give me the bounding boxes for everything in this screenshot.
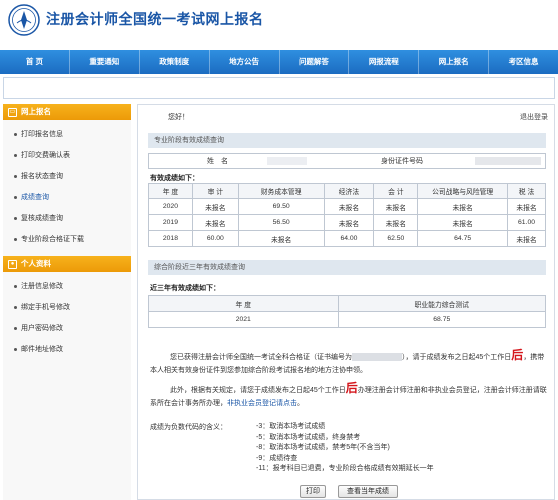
nav-local-announcements[interactable]: 地方公告 <box>210 50 280 74</box>
sidebar-section-profile: ● 个人资料 <box>3 256 131 272</box>
table-cell: 未报名 <box>373 198 419 215</box>
sidebar-item-print-info[interactable]: 打印报名信息 <box>3 124 131 145</box>
site-title: 注册会计师全国统一考试网上报名 <box>46 11 264 27</box>
table-cell: 未报名 <box>507 198 546 215</box>
certificate-notice: 您已获得注册会计师全国统一考试全科合格证（证书编号为 ），请于成绩发布之日起45个… <box>150 348 545 375</box>
col-economic-law: 经济法 <box>323 183 375 199</box>
emphasis-after: 后 <box>511 348 524 362</box>
table-cell: 64.00 <box>323 230 375 247</box>
table-cell: 62.50 <box>373 230 419 247</box>
candidate-info-row: 姓 名 身份证件号码 <box>148 153 546 169</box>
id-label: 身份证件号码 <box>381 158 423 165</box>
col-professional-ability: 职业能力综合测试 <box>337 295 547 312</box>
table-header-row: 年 度 职业能力综合测试 <box>148 295 547 312</box>
registration-notice: 此外，根据有关规定，请您于成绩发布之日起45个工作日后办理注册会计师注册和非执业… <box>150 381 547 408</box>
table-row: 2020 未报名 69.50 未报名 未报名 未报名 未报名 <box>148 198 546 215</box>
col-accounting: 会 计 <box>373 183 419 199</box>
sidebar: ▭ 网上报名 打印报名信息 打印交费确认表 报名状态查询 成绩查询 复核成绩查询… <box>3 104 131 500</box>
comp-scores-table: 年 度 职业能力综合测试 2021 68.75 <box>148 295 547 328</box>
greeting: 您好！ <box>168 114 189 121</box>
table-cell: 2021 <box>148 311 339 328</box>
cicpa-logo-icon <box>8 4 40 36</box>
list-item: -5：取消本场考试成绩，终身禁考 <box>256 433 361 441</box>
sidebar-item-edit-password[interactable]: 用户密码修改 <box>3 318 131 339</box>
view-current-year-button[interactable]: 查看当年成绩 <box>338 485 398 498</box>
notice-bar <box>3 77 555 99</box>
sidebar-item-scores[interactable]: 成绩查询 <box>3 187 131 208</box>
col-year: 年 度 <box>148 295 339 312</box>
pro-scores-table: 年 度 审 计 财务成本管理 经济法 会 计 公司战略与风险管理 税 法 202… <box>148 183 546 247</box>
table-cell: 68.75 <box>337 311 547 328</box>
sidebar-section-title: 网上报名 <box>21 107 51 116</box>
sidebar-item-print-payment[interactable]: 打印交费确认表 <box>3 145 131 166</box>
table-cell: 未报名 <box>191 198 239 215</box>
table-row: 2021 68.75 <box>148 311 547 328</box>
list-item: -3：取消本场考试成绩 <box>256 423 326 430</box>
sidebar-section-registration: ▭ 网上报名 <box>3 104 131 120</box>
section-comprehensive-scores: 综合阶段近三年有效成绩查询 <box>148 260 546 275</box>
table-row: 2018 60.00 未报名 64.00 62.50 64.75 未报名 <box>148 230 546 247</box>
id-value-redacted <box>475 157 541 165</box>
valid-scores-title: 有效成绩如下： <box>150 175 199 182</box>
table-header-row: 年 度 审 计 财务成本管理 经济法 会 计 公司战略与风险管理 税 法 <box>148 183 546 199</box>
table-cell: 2018 <box>148 230 193 247</box>
sidebar-item-certificate-download[interactable]: 专业阶段合格证下载 <box>3 229 131 250</box>
col-tax: 税 法 <box>507 183 546 199</box>
table-cell: 69.50 <box>237 198 325 215</box>
table-cell: 未报名 <box>237 230 325 247</box>
table-cell: 2020 <box>148 198 193 215</box>
name-value-redacted <box>267 157 307 165</box>
list-item: -11：报考科目已退费，专业阶段合格成绩有效期延长一年 <box>256 465 434 473</box>
list-item: -9：成绩待查 <box>256 454 298 462</box>
nav-online-registration[interactable]: 网上报名 <box>419 50 490 74</box>
sidebar-item-review-scores[interactable]: 复核成绩查询 <box>3 208 131 229</box>
col-audit: 审 计 <box>191 183 239 199</box>
negative-codes-list: -3：取消本场考试成绩 -5：取消本场考试成绩，终身禁考 -8：取消本场考试成绩… <box>256 422 434 475</box>
monitor-icon: ▭ <box>8 107 17 117</box>
table-cell: 未报名 <box>417 198 509 215</box>
main-panel: 您好！ 退出登录 专业阶段有效成绩查询 姓 名 身份证件号码 有效成绩如下： 年… <box>137 104 555 500</box>
logout-link[interactable]: 退出登录 <box>520 112 548 122</box>
user-icon: ● <box>8 259 17 269</box>
emphasis-after: 后 <box>345 381 358 395</box>
col-year: 年 度 <box>148 183 193 199</box>
table-cell: 64.75 <box>417 230 509 247</box>
sidebar-item-edit-registration[interactable]: 注册信息修改 <box>3 276 131 297</box>
table-cell: 未报名 <box>507 230 546 247</box>
table-cell: 未报名 <box>323 214 375 231</box>
table-cell: 未报名 <box>323 198 375 215</box>
nav-faq[interactable]: 问题解答 <box>280 50 350 74</box>
table-row: 2019 未报名 56.50 未报名 未报名 未报名 61.00 <box>148 214 546 231</box>
sidebar-item-status[interactable]: 报名状态查询 <box>3 166 131 187</box>
sidebar-item-edit-phone[interactable]: 绑定手机号修改 <box>3 297 131 318</box>
table-cell: 56.50 <box>237 214 325 231</box>
sidebar-item-edit-email[interactable]: 邮件地址修改 <box>3 339 131 360</box>
negative-codes-title: 成绩为负数代码的含义： <box>150 424 227 431</box>
section-pro-scores: 专业阶段有效成绩查询 <box>148 133 546 148</box>
header: 注册会计师全国统一考试网上报名 <box>0 0 558 48</box>
nav-notices[interactable]: 重要通知 <box>70 50 140 74</box>
table-cell: 61.00 <box>507 214 546 231</box>
col-strategy: 公司战略与风险管理 <box>417 183 509 199</box>
non-practicing-register-link[interactable]: 非执业会员登记请点击 <box>227 400 297 407</box>
nav-exam-areas[interactable]: 考区信息 <box>489 50 558 74</box>
nav-policies[interactable]: 政策制度 <box>140 50 210 74</box>
main-nav: 首 页 重要通知 政策制度 地方公告 问题解答 网报流程 网上报名 考区信息 <box>0 50 558 74</box>
table-cell: 未报名 <box>373 214 419 231</box>
table-cell: 60.00 <box>191 230 239 247</box>
certificate-number-redacted <box>352 353 402 362</box>
nav-home[interactable]: 首 页 <box>0 50 70 74</box>
table-cell: 未报名 <box>417 214 509 231</box>
print-button[interactable]: 打印 <box>300 485 326 498</box>
col-finance: 财务成本管理 <box>237 183 325 199</box>
sidebar-section-title: 个人资料 <box>21 259 51 268</box>
comp-scores-title: 近三年有效成绩如下： <box>150 285 220 292</box>
table-cell: 2019 <box>148 214 193 231</box>
nav-process[interactable]: 网报流程 <box>349 50 420 74</box>
list-item: -8：取消本场考试成绩，禁考5年(不含当年) <box>256 444 390 452</box>
name-label: 姓 名 <box>207 158 228 165</box>
table-cell: 未报名 <box>191 214 239 231</box>
